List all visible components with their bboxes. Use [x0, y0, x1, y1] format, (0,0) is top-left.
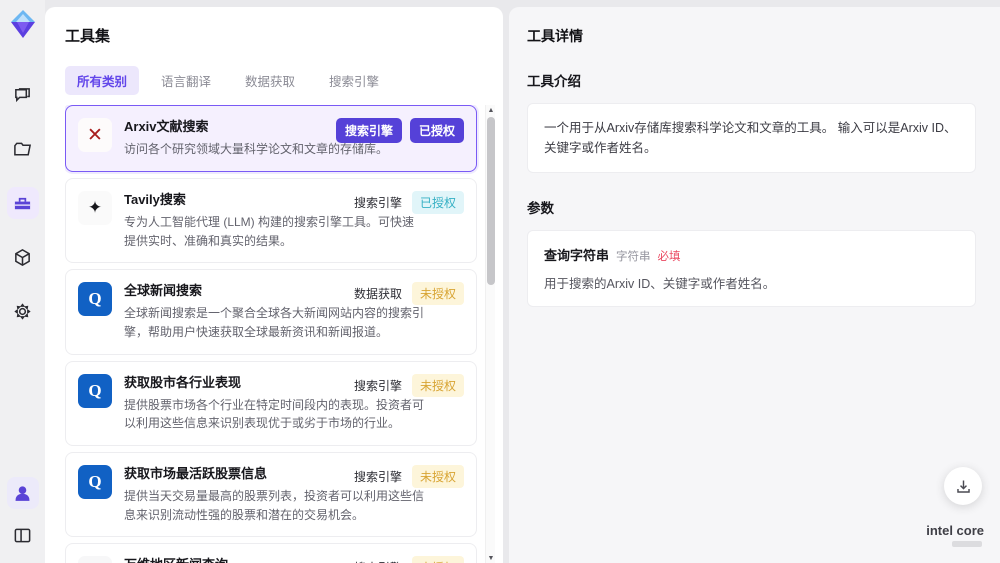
star-icon: ✦ — [78, 190, 112, 225]
params-heading: 参数 — [527, 201, 554, 216]
icon-sidebar — [0, 0, 45, 563]
page-title: 工具集 — [65, 28, 111, 45]
scrollbar-thumb[interactable] — [487, 117, 495, 285]
user-icon — [15, 485, 30, 501]
param-type: 字符串 — [616, 251, 651, 263]
tab-语言翻译[interactable]: 语言翻译 — [149, 66, 223, 95]
intro-heading: 工具介绍 — [527, 74, 581, 89]
panel-toggle-icon — [14, 528, 31, 542]
scrollbar-up-arrow[interactable]: ▲ — [486, 105, 496, 115]
brand-label: intel core — [926, 523, 984, 538]
building-icon — [78, 556, 112, 563]
tab-搜索引擎[interactable]: 搜索引擎 — [317, 66, 391, 95]
tool-detail-panel: 工具详情 工具介绍 一个用于从Arxiv存储库搜索科学论文和文章的工具。 输入可… — [509, 7, 1000, 563]
tool-card[interactable]: Q 全球新闻搜索 全球新闻搜索是一个聚合全球各大新闻网站内容的搜索引擎，帮助用户… — [65, 269, 477, 355]
tool-card[interactable]: Q 获取股市各行业表现 提供股票市场各个行业在特定时间段内的表现。投资者可以利用… — [65, 360, 477, 446]
tab-数据获取[interactable]: 数据获取 — [233, 66, 307, 95]
cube-icon — [15, 248, 30, 266]
brand-subtext-smudge — [952, 541, 982, 547]
tool-list-panel: 工具集 所有类别 语言翻译 数据获取 搜索引擎 ✕ Arxiv文献搜索 访问各个研究领… — [45, 7, 503, 563]
sidebar-item-account[interactable] — [6, 477, 39, 509]
sidebar-item-panel-toggle[interactable] — [7, 519, 39, 551]
download-icon — [956, 480, 970, 493]
list-scrollbar[interactable]: ▲ ▼ — [485, 105, 495, 563]
tool-category-badge: 搜索引擎 — [352, 556, 404, 563]
tab-所有类别[interactable]: 所有类别 — [65, 66, 140, 95]
tool-card[interactable]: Q 获取市场最活跃股票信息 提供当天交易量最高的股票列表，投资者可以利用这些信息… — [65, 451, 477, 538]
sidebar-item-models[interactable] — [7, 241, 39, 273]
tool-auth-badge: 未授权 — [411, 282, 464, 306]
download-button[interactable] — [944, 467, 982, 505]
param-required-badge: 必填 — [657, 251, 681, 263]
detail-title: 工具详情 — [527, 28, 583, 44]
intro-box: 一个用于从Arxiv存储库搜索科学论文和文章的工具。 输入可以是Arxiv ID… — [527, 103, 976, 173]
tool-description: 全球新闻搜索是一个聚合全球各大新闻网站内容的搜索引擎，帮助用户快速获取全球最新资… — [124, 306, 425, 339]
tool-auth-badge: 未授权 — [411, 373, 464, 397]
chat-icon — [15, 87, 30, 102]
tool-auth-badge: 已授权 — [409, 118, 464, 143]
arxiv-icon: ✕ — [78, 118, 112, 152]
tool-auth-badge: 未授权 — [411, 556, 464, 563]
param-name: 查询字符串 — [544, 248, 610, 263]
tool-description: 提供股票市场各个行业在特定时间段内的表现。投资者可以利用这些信息来识别表现优于或… — [124, 397, 425, 431]
tool-category-badge: 数据获取 — [353, 287, 402, 302]
sidebar-item-settings[interactable] — [7, 295, 39, 327]
sidebar-item-tools[interactable] — [6, 187, 39, 219]
tool-category-badge: 搜索引擎 — [335, 118, 402, 143]
settings-icon — [14, 302, 31, 320]
tool-list: ✕ Arxiv文献搜索 访问各个研究领域大量科学论文和文章的存储库。 搜索引擎 … — [65, 105, 503, 563]
tool-auth-badge: 已授权 — [411, 190, 464, 214]
tool-category-badge: 搜索引擎 — [353, 195, 402, 210]
app-window: 工具集 所有类别 语言翻译 数据获取 搜索引擎 ✕ Arxiv文献搜索 访问各个研究领… — [0, 0, 1000, 563]
blue-app-icon: Q — [78, 282, 112, 317]
sidebar-item-chat[interactable] — [7, 79, 39, 111]
intro-text: 一个用于从Arxiv存储库搜索科学论文和文章的工具。 输入可以是Arxiv ID… — [544, 121, 957, 155]
intel-core-logo-text: intel core — [926, 523, 984, 538]
tool-auth-badge: 未授权 — [411, 464, 464, 488]
sidebar-item-files[interactable] — [7, 133, 39, 165]
intel-core-badge: intel core — [926, 523, 984, 547]
tool-card[interactable]: 万维地区新闻查询 查询具体行政区划内的新闻，快速了解各地新闻动 搜索引擎 未授权 — [65, 543, 477, 563]
folder-icon — [14, 142, 32, 155]
app-logo-icon — [10, 10, 35, 38]
blue-app-icon: Q — [78, 373, 112, 408]
toolbox-icon — [14, 197, 31, 209]
blue-app-icon: Q — [78, 464, 112, 499]
tool-category-badge: 搜索引擎 — [353, 469, 402, 484]
tool-card[interactable]: ✕ Arxiv文献搜索 访问各个研究领域大量科学论文和文章的存储库。 搜索引擎 … — [65, 105, 477, 172]
scrollbar-down-arrow[interactable]: ▼ — [486, 553, 496, 563]
tool-card[interactable]: ✦ Tavily搜索 专为人工智能代理 (LLM) 构建的搜索引擎工具。可快速提… — [65, 177, 477, 264]
tool-description: 提供当天交易量最高的股票列表，投资者可以利用这些信息来识别流动性强的股票和潜在的… — [124, 489, 425, 522]
tool-description: 专为人工智能代理 (LLM) 构建的搜索引擎工具。可快速提供实时、准确和真实的结… — [124, 214, 415, 248]
param-description: 用于搜索的Arxiv ID、关键字或作者姓名。 — [544, 277, 776, 291]
category-tabs: 所有类别 语言翻译 数据获取 搜索引擎 — [65, 66, 503, 95]
tool-category-badge: 搜索引擎 — [353, 378, 402, 393]
param-box: 查询字符串 字符串 必填 用于搜索的Arxiv ID、关键字或作者姓名。 — [527, 230, 976, 307]
